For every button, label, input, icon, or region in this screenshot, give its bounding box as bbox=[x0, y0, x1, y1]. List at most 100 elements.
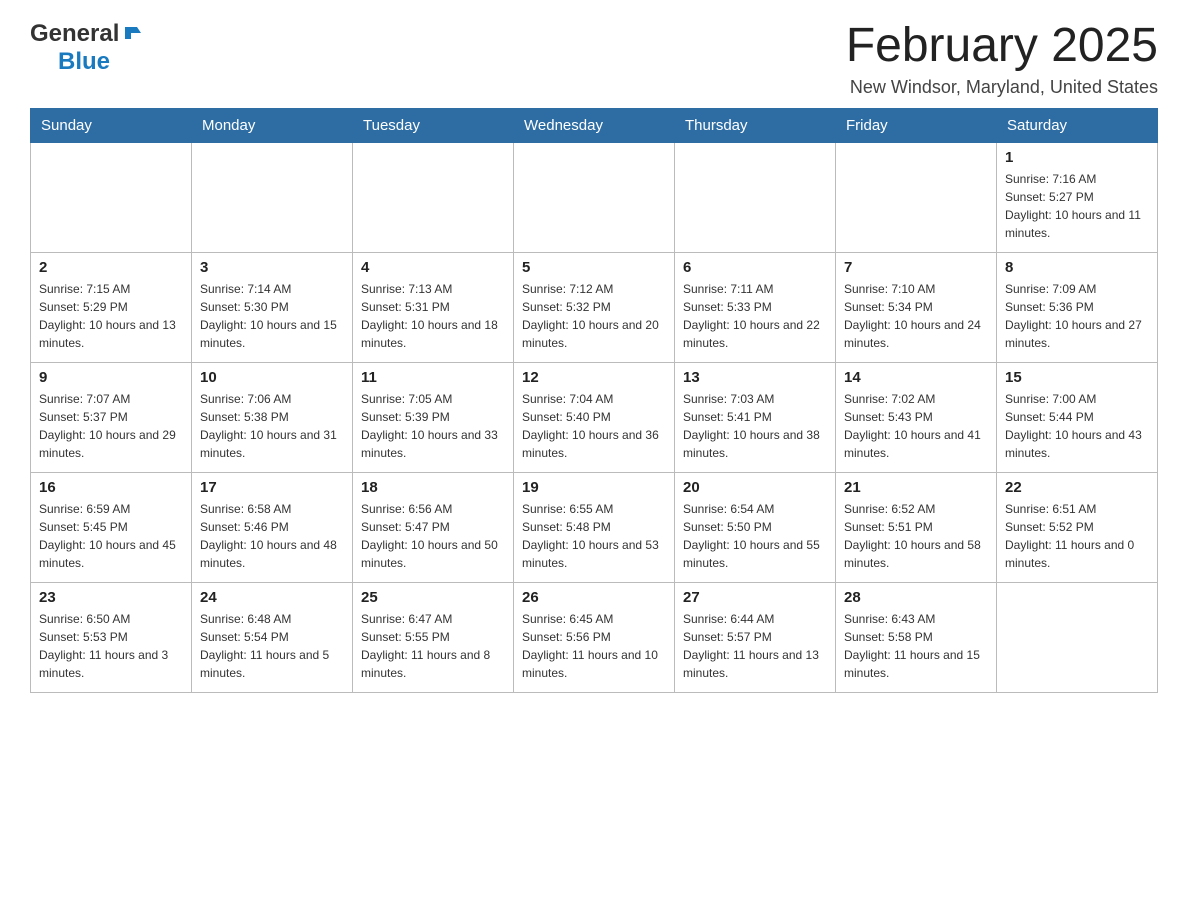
calendar-cell: 16 Sunrise: 6:59 AMSunset: 5:45 PMDayligh… bbox=[31, 472, 192, 582]
day-info: Sunrise: 6:51 AMSunset: 5:52 PMDaylight:… bbox=[1005, 500, 1149, 572]
day-number: 24 bbox=[200, 589, 344, 606]
day-number: 21 bbox=[844, 479, 988, 496]
day-number: 15 bbox=[1005, 369, 1149, 386]
calendar-cell: 18Sunrise: 6:56 AMSunset: 5:47 PMDayligh… bbox=[353, 472, 514, 582]
day-info: Sunrise: 6:56 AMSunset: 5:47 PMDaylight:… bbox=[361, 500, 505, 572]
day-number: 14 bbox=[844, 369, 988, 386]
calendar-cell: 21 Sunrise: 6:52 AMSunset: 5:51 PMDayligh… bbox=[836, 472, 997, 582]
day-number: 22 bbox=[1005, 479, 1149, 496]
logo-blue-text: Blue bbox=[58, 48, 110, 75]
calendar-cell: 9 Sunrise: 7:07 AMSunset: 5:37 PMDaylight… bbox=[31, 362, 192, 472]
week-row-4: 16 Sunrise: 6:59 AMSunset: 5:45 PMDayligh… bbox=[31, 472, 1158, 582]
calendar-cell bbox=[31, 142, 192, 252]
day-number: 4 bbox=[361, 259, 505, 276]
calendar-cell: 6Sunrise: 7:11 AMSunset: 5:33 PMDaylight… bbox=[675, 252, 836, 362]
day-number: 26 bbox=[522, 589, 666, 606]
day-info: Sunrise: 7:14 AMSunset: 5:30 PMDaylight:… bbox=[200, 280, 344, 352]
calendar-header-saturday: Saturday bbox=[997, 108, 1158, 142]
calendar-cell: 17 Sunrise: 6:58 AMSunset: 5:46 PMDayligh… bbox=[192, 472, 353, 582]
logo-icon bbox=[121, 23, 141, 43]
day-info: Sunrise: 7:16 AMSunset: 5:27 PMDaylight:… bbox=[1005, 170, 1149, 242]
calendar-header-monday: Monday bbox=[192, 108, 353, 142]
day-number: 17 bbox=[200, 479, 344, 496]
calendar-cell: 1 Sunrise: 7:16 AMSunset: 5:27 PMDaylight… bbox=[997, 142, 1158, 252]
calendar-cell: 3 Sunrise: 7:14 AMSunset: 5:30 PMDaylight… bbox=[192, 252, 353, 362]
day-info: Sunrise: 7:05 AMSunset: 5:39 PMDaylight:… bbox=[361, 390, 505, 462]
calendar-cell: 27Sunrise: 6:44 AMSunset: 5:57 PMDayligh… bbox=[675, 582, 836, 692]
day-number: 13 bbox=[683, 369, 827, 386]
calendar-header-wednesday: Wednesday bbox=[514, 108, 675, 142]
calendar-cell bbox=[353, 142, 514, 252]
day-info: Sunrise: 7:13 AMSunset: 5:31 PMDaylight:… bbox=[361, 280, 505, 352]
calendar-cell: 13 Sunrise: 7:03 AMSunset: 5:41 PMDayligh… bbox=[675, 362, 836, 472]
day-info: Sunrise: 7:09 AMSunset: 5:36 PMDaylight:… bbox=[1005, 280, 1149, 352]
day-number: 2 bbox=[39, 259, 183, 276]
day-info: Sunrise: 6:54 AMSunset: 5:50 PMDaylight:… bbox=[683, 500, 827, 572]
calendar-cell: 8 Sunrise: 7:09 AMSunset: 5:36 PMDaylight… bbox=[997, 252, 1158, 362]
day-number: 20 bbox=[683, 479, 827, 496]
day-info: Sunrise: 6:43 AMSunset: 5:58 PMDaylight:… bbox=[844, 610, 988, 682]
day-info: Sunrise: 6:50 AMSunset: 5:53 PMDaylight:… bbox=[39, 610, 183, 682]
day-info: Sunrise: 6:48 AMSunset: 5:54 PMDaylight:… bbox=[200, 610, 344, 682]
day-number: 16 bbox=[39, 479, 183, 496]
day-info: Sunrise: 6:59 AMSunset: 5:45 PMDaylight:… bbox=[39, 500, 183, 572]
day-info: Sunrise: 6:58 AMSunset: 5:46 PMDaylight:… bbox=[200, 500, 344, 572]
day-info: Sunrise: 7:02 AMSunset: 5:43 PMDaylight:… bbox=[844, 390, 988, 462]
day-number: 9 bbox=[39, 369, 183, 386]
day-number: 3 bbox=[200, 259, 344, 276]
day-number: 1 bbox=[1005, 149, 1149, 166]
calendar-cell bbox=[514, 142, 675, 252]
week-row-5: 23 Sunrise: 6:50 AMSunset: 5:53 PMDayligh… bbox=[31, 582, 1158, 692]
calendar-cell bbox=[192, 142, 353, 252]
day-info: Sunrise: 6:52 AMSunset: 5:51 PMDaylight:… bbox=[844, 500, 988, 572]
calendar-header-friday: Friday bbox=[836, 108, 997, 142]
calendar-cell: 24 Sunrise: 6:48 AMSunset: 5:54 PMDayligh… bbox=[192, 582, 353, 692]
day-number: 23 bbox=[39, 589, 183, 606]
calendar-cell: 4 Sunrise: 7:13 AMSunset: 5:31 PMDaylight… bbox=[353, 252, 514, 362]
day-number: 11 bbox=[361, 369, 505, 386]
calendar-header-row: SundayMondayTuesdayWednesdayThursdayFrid… bbox=[31, 108, 1158, 142]
calendar-cell: 28 Sunrise: 6:43 AMSunset: 5:58 PMDayligh… bbox=[836, 582, 997, 692]
logo: General Blue bbox=[30, 20, 141, 76]
location-subtitle: New Windsor, Maryland, United States bbox=[846, 77, 1158, 98]
calendar-cell: 2 Sunrise: 7:15 AMSunset: 5:29 PMDaylight… bbox=[31, 252, 192, 362]
calendar-cell: 26 Sunrise: 6:45 AMSunset: 5:56 PMDayligh… bbox=[514, 582, 675, 692]
calendar-header-thursday: Thursday bbox=[675, 108, 836, 142]
month-title: February 2025 bbox=[846, 20, 1158, 73]
calendar-cell bbox=[997, 582, 1158, 692]
calendar-cell: 5Sunrise: 7:12 AMSunset: 5:32 PMDaylight… bbox=[514, 252, 675, 362]
day-number: 7 bbox=[844, 259, 988, 276]
title-block: February 2025 New Windsor, Maryland, Uni… bbox=[846, 20, 1158, 98]
day-number: 8 bbox=[1005, 259, 1149, 276]
day-info: Sunrise: 6:45 AMSunset: 5:56 PMDaylight:… bbox=[522, 610, 666, 682]
day-info: Sunrise: 7:10 AMSunset: 5:34 PMDaylight:… bbox=[844, 280, 988, 352]
calendar-cell: 20 Sunrise: 6:54 AMSunset: 5:50 PMDayligh… bbox=[675, 472, 836, 582]
day-info: Sunrise: 7:07 AMSunset: 5:37 PMDaylight:… bbox=[39, 390, 183, 462]
calendar-cell: 15 Sunrise: 7:00 AMSunset: 5:44 PMDayligh… bbox=[997, 362, 1158, 472]
day-info: Sunrise: 6:55 AMSunset: 5:48 PMDaylight:… bbox=[522, 500, 666, 572]
calendar-header-sunday: Sunday bbox=[31, 108, 192, 142]
day-info: Sunrise: 7:06 AMSunset: 5:38 PMDaylight:… bbox=[200, 390, 344, 462]
day-info: Sunrise: 7:12 AMSunset: 5:32 PMDaylight:… bbox=[522, 280, 666, 352]
day-number: 10 bbox=[200, 369, 344, 386]
day-info: Sunrise: 7:03 AMSunset: 5:41 PMDaylight:… bbox=[683, 390, 827, 462]
week-row-3: 9 Sunrise: 7:07 AMSunset: 5:37 PMDaylight… bbox=[31, 362, 1158, 472]
logo-general-text: General bbox=[30, 20, 119, 48]
day-number: 25 bbox=[361, 589, 505, 606]
calendar-cell: 7 Sunrise: 7:10 AMSunset: 5:34 PMDaylight… bbox=[836, 252, 997, 362]
day-info: Sunrise: 7:11 AMSunset: 5:33 PMDaylight:… bbox=[683, 280, 827, 352]
day-info: Sunrise: 7:04 AMSunset: 5:40 PMDaylight:… bbox=[522, 390, 666, 462]
calendar-cell: 10 Sunrise: 7:06 AMSunset: 5:38 PMDayligh… bbox=[192, 362, 353, 472]
week-row-2: 2 Sunrise: 7:15 AMSunset: 5:29 PMDaylight… bbox=[31, 252, 1158, 362]
day-number: 28 bbox=[844, 589, 988, 606]
calendar-header-tuesday: Tuesday bbox=[353, 108, 514, 142]
day-info: Sunrise: 7:00 AMSunset: 5:44 PMDaylight:… bbox=[1005, 390, 1149, 462]
calendar-table: SundayMondayTuesdayWednesdayThursdayFrid… bbox=[30, 108, 1158, 693]
day-info: Sunrise: 7:15 AMSunset: 5:29 PMDaylight:… bbox=[39, 280, 183, 352]
day-number: 12 bbox=[522, 369, 666, 386]
calendar-cell: 11 Sunrise: 7:05 AMSunset: 5:39 PMDayligh… bbox=[353, 362, 514, 472]
day-info: Sunrise: 6:44 AMSunset: 5:57 PMDaylight:… bbox=[683, 610, 827, 682]
day-number: 19 bbox=[522, 479, 666, 496]
calendar-cell bbox=[675, 142, 836, 252]
week-row-1: 1 Sunrise: 7:16 AMSunset: 5:27 PMDaylight… bbox=[31, 142, 1158, 252]
